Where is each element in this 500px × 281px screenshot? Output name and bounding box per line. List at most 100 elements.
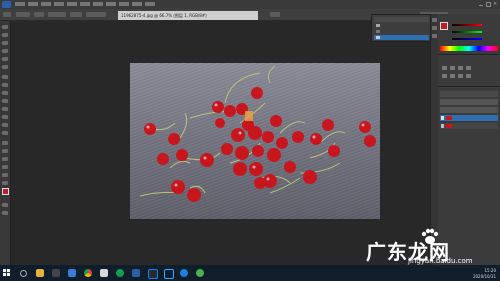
minimize-icon[interactable] — [479, 5, 483, 6]
tools-panel — [0, 21, 11, 265]
system-clock[interactable]: 15:20 2020/10/31 — [462, 265, 496, 281]
clock-time: 15:20 — [484, 268, 496, 273]
layer-row[interactable] — [440, 123, 498, 129]
menu-bar: × — [0, 0, 500, 9]
dodge-tool-icon[interactable] — [2, 131, 8, 135]
pen-tool-icon[interactable] — [2, 141, 8, 145]
cherries-photo[interactable] — [130, 63, 380, 219]
blur-tool-icon[interactable] — [2, 123, 8, 127]
color-spectrum-bar[interactable] — [440, 46, 498, 51]
wechat-icon[interactable] — [196, 269, 204, 277]
quick-select-tool-icon[interactable] — [2, 49, 8, 53]
option-control[interactable] — [86, 12, 106, 17]
watermark-url: jingyan.baidu.com — [408, 257, 473, 265]
move-tool-icon[interactable] — [2, 25, 8, 29]
exposure-icon[interactable] — [466, 66, 471, 70]
adjustments-panel — [438, 56, 500, 87]
green-slider[interactable] — [452, 31, 482, 33]
color-balance-icon[interactable] — [458, 74, 463, 78]
hue-saturation-icon[interactable] — [450, 74, 455, 78]
color-panel-foreground-swatch[interactable] — [440, 22, 448, 30]
gradient-tool-icon[interactable] — [2, 115, 8, 119]
clone-stamp-tool-icon[interactable] — [2, 91, 8, 95]
history-step-icon — [376, 30, 380, 33]
notepad-icon[interactable] — [100, 269, 108, 277]
path-selection-tool-icon[interactable] — [2, 157, 8, 161]
marquee-tool-icon[interactable] — [2, 33, 8, 37]
search-icon[interactable] — [20, 270, 27, 277]
healing-brush-tool-icon[interactable] — [2, 75, 8, 79]
document-tab-label: 11962875-4.jpg @ 66.7% (图层 1, RGB/8#) — [121, 13, 207, 18]
layer-filter[interactable] — [440, 99, 498, 105]
blue-slider[interactable] — [452, 38, 482, 40]
visibility-eye-icon[interactable] — [441, 124, 444, 128]
menu-item-window[interactable] — [132, 2, 142, 6]
blend-mode-select[interactable] — [440, 107, 498, 113]
menu-item-image[interactable] — [41, 2, 51, 6]
menu-item-select[interactable] — [80, 2, 90, 6]
levels-icon[interactable] — [450, 66, 455, 70]
windows-start-icon[interactable] — [3, 269, 10, 276]
shape-tool-icon[interactable] — [2, 165, 8, 169]
cherries-illustration — [139, 65, 376, 202]
black-white-icon[interactable] — [466, 74, 471, 78]
app-icon-2[interactable] — [116, 269, 124, 277]
foreground-color-swatch[interactable] — [2, 188, 9, 195]
eraser-tool-icon[interactable] — [2, 107, 8, 111]
file-explorer-icon[interactable] — [36, 269, 44, 277]
option-control[interactable] — [48, 12, 66, 17]
brush-tool-icon[interactable] — [2, 83, 8, 87]
menu-item-type[interactable] — [67, 2, 77, 6]
option-control[interactable] — [270, 12, 280, 17]
screen-mode-icon[interactable] — [2, 211, 8, 215]
window-controls: × — [478, 0, 500, 8]
chrome-icon[interactable] — [84, 269, 92, 277]
tool-preset-picker[interactable] — [3, 12, 11, 17]
settings-icon[interactable] — [148, 269, 158, 279]
brightness-icon[interactable] — [442, 66, 447, 70]
option-control[interactable] — [16, 12, 30, 17]
info-panel-icon[interactable] — [432, 34, 437, 38]
menu-item-help[interactable] — [145, 2, 155, 6]
menu-item-3d[interactable] — [106, 2, 116, 6]
layer-row-selected[interactable] — [440, 115, 498, 121]
layer-thumbnail — [446, 116, 452, 120]
document-tab[interactable]: 11962875-4.jpg @ 66.7% (图层 1, RGB/8#) — [118, 11, 258, 20]
layers-panel-tabs[interactable] — [440, 91, 498, 97]
menu-item-layer[interactable] — [54, 2, 64, 6]
history-step-icon — [376, 36, 380, 39]
menu-item-view[interactable] — [119, 2, 129, 6]
photoshop-icon[interactable] — [164, 269, 174, 279]
menu-item-filter[interactable] — [93, 2, 103, 6]
crop-tool-icon[interactable] — [2, 57, 8, 61]
clock-date: 2020/10/31 — [472, 274, 496, 279]
history-step[interactable] — [374, 29, 429, 34]
app-icon[interactable] — [68, 269, 76, 277]
browser-icon[interactable] — [180, 269, 188, 277]
zoom-tool-icon[interactable] — [2, 181, 8, 185]
vibrance-icon[interactable] — [442, 74, 447, 78]
history-brush-tool-icon[interactable] — [2, 99, 8, 103]
hand-tool-icon[interactable] — [2, 173, 8, 177]
layer-thumbnail — [446, 124, 452, 128]
red-slider[interactable] — [452, 24, 482, 26]
type-tool-icon[interactable] — [2, 149, 8, 153]
eyedropper-tool-icon[interactable] — [2, 65, 8, 69]
lasso-tool-icon[interactable] — [2, 41, 8, 45]
menu-item-edit[interactable] — [28, 2, 38, 6]
visibility-eye-icon[interactable] — [441, 116, 444, 120]
option-control[interactable] — [70, 12, 82, 17]
close-icon[interactable]: × — [493, 2, 498, 7]
quick-mask-icon[interactable] — [2, 203, 8, 207]
history-panel-icon[interactable] — [432, 18, 437, 22]
photoshop-logo-icon — [2, 1, 11, 8]
curves-icon[interactable] — [458, 66, 463, 70]
ie-icon[interactable] — [132, 269, 140, 277]
maximize-icon[interactable] — [486, 2, 491, 7]
option-control[interactable] — [34, 12, 44, 17]
history-snapshot[interactable] — [374, 23, 429, 28]
task-view-icon[interactable] — [52, 269, 60, 277]
menu-item-file[interactable] — [15, 2, 25, 6]
properties-panel-icon[interactable] — [432, 26, 437, 30]
history-step-selected[interactable] — [374, 35, 429, 40]
